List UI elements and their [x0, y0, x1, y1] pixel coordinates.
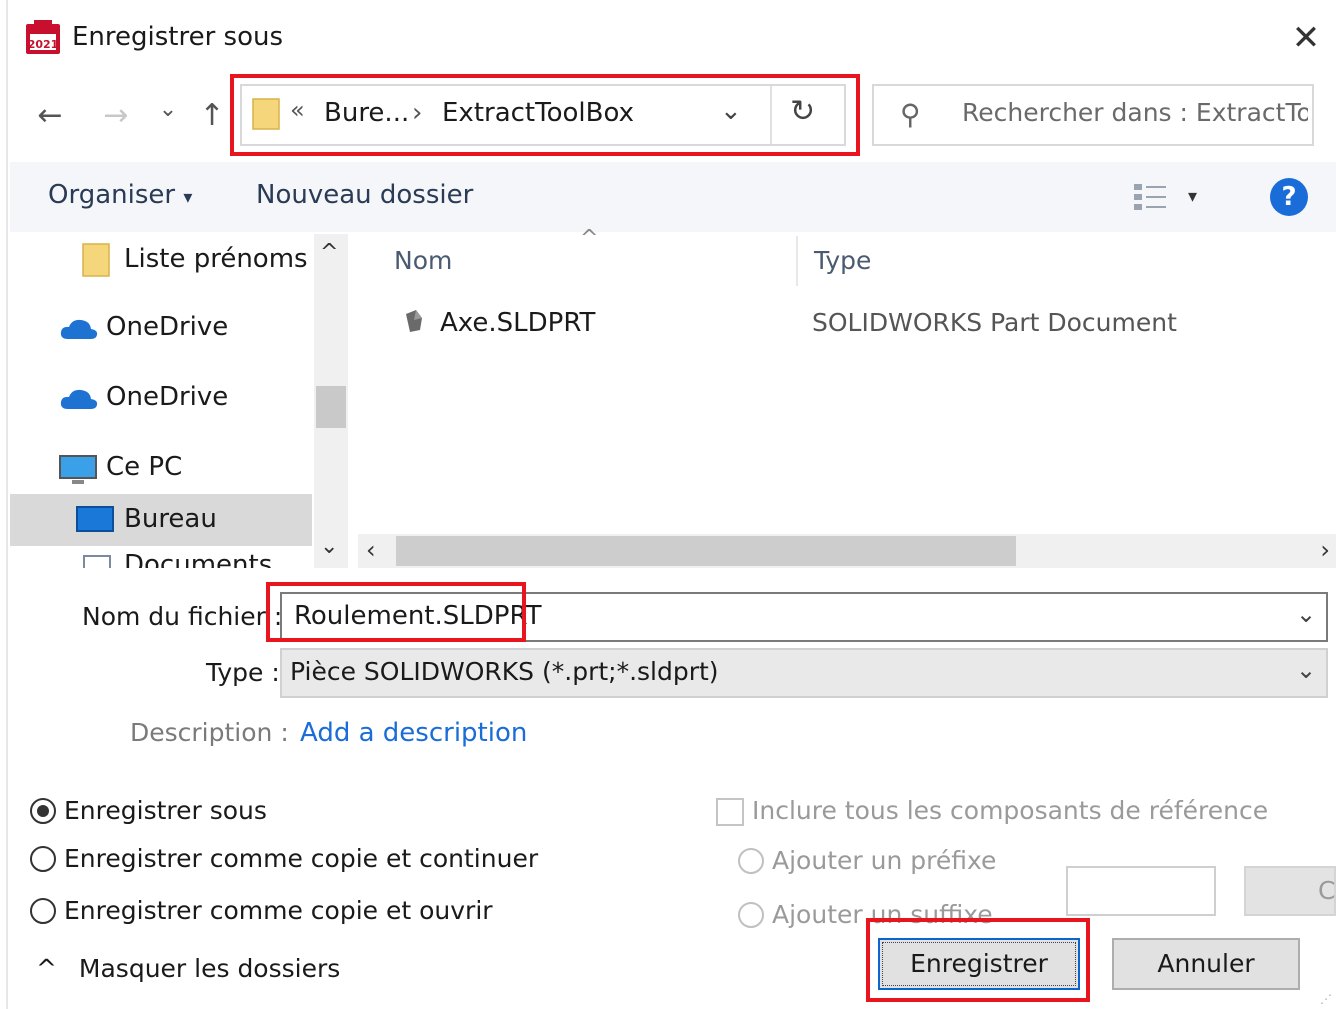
- close-icon[interactable]: ✕: [1286, 18, 1326, 58]
- forward-arrow-icon[interactable]: →: [96, 92, 136, 140]
- view-dropdown-caret-icon[interactable]: ▾: [1188, 186, 1197, 207]
- sort-ascending-icon: ^: [580, 226, 599, 251]
- search-placeholder: Rechercher dans : ExtractToo...: [962, 98, 1308, 127]
- svg-text:2021: 2021: [28, 38, 59, 51]
- scroll-right-icon[interactable]: ›: [1320, 536, 1330, 564]
- folder-icon: [82, 240, 110, 282]
- hide-folders-toggle[interactable]: ^ Masquer les dossiers: [36, 954, 340, 983]
- column-header-type[interactable]: Type: [814, 246, 871, 275]
- window-left-edge: [0, 0, 8, 1009]
- new-folder-button[interactable]: Nouveau dossier: [256, 180, 473, 210]
- nav-item-onedrive[interactable]: OneDrive: [10, 302, 312, 354]
- radio-label[interactable]: Enregistrer sous: [64, 796, 267, 825]
- nav-item-label: OneDrive: [106, 312, 229, 342]
- radio-enregistrer-sous[interactable]: [30, 798, 56, 824]
- nav-item-label: Ce PC: [106, 452, 183, 482]
- radio-suffixe[interactable]: [738, 902, 764, 928]
- resize-grip-icon[interactable]: ⋰: [1320, 992, 1332, 1006]
- radio-copie-continuer[interactable]: [30, 846, 56, 872]
- nav-item-bureau[interactable]: Bureau: [10, 494, 312, 546]
- scroll-down-icon[interactable]: ⌄: [320, 534, 338, 559]
- window-title: Enregistrer sous: [72, 22, 284, 52]
- back-arrow-icon[interactable]: ←: [30, 92, 70, 140]
- type-label: Type :: [206, 658, 280, 687]
- file-list-horizontal-scrollbar[interactable]: ‹ ›: [358, 534, 1336, 568]
- organize-button[interactable]: Organiser ▾: [48, 180, 192, 210]
- scrollbar-thumb[interactable]: [316, 386, 346, 428]
- organize-label: Organiser: [48, 180, 176, 210]
- nav-item-ce-pc[interactable]: Ce PC: [10, 442, 312, 494]
- nav-item-onedrive-2[interactable]: OneDrive: [10, 372, 312, 424]
- options-side-button[interactable]: C: [1244, 866, 1336, 916]
- desktop-icon: [76, 506, 114, 538]
- onedrive-cloud-icon: [60, 388, 98, 414]
- add-description-link[interactable]: Add a description: [300, 718, 527, 748]
- solidworks-app-icon: 2021: [24, 20, 62, 56]
- view-options-icon[interactable]: [1132, 182, 1168, 212]
- type-dropdown-chevron-icon[interactable]: ⌄: [1296, 656, 1316, 684]
- navigation-pane: Liste prénoms OneDrive OneDrive Ce PC Bu…: [10, 234, 312, 568]
- radio-label[interactable]: Enregistrer comme copie et continuer: [64, 844, 538, 873]
- nav-item-liste-prenoms[interactable]: Liste prénoms: [10, 234, 312, 286]
- file-list: [358, 234, 1330, 534]
- address-highlight-annotation: [230, 74, 860, 156]
- save-button-highlight-annotation: [866, 918, 1090, 1002]
- filename-highlight-annotation: [266, 582, 526, 642]
- radio-copie-ouvrir[interactable]: [30, 898, 56, 924]
- nav-item-label: Bureau: [124, 504, 217, 534]
- side-button-label: C: [1318, 876, 1336, 905]
- include-references-checkbox[interactable]: [716, 798, 744, 826]
- scroll-up-icon[interactable]: ^: [320, 240, 338, 265]
- type-value[interactable]: Pièce SOLIDWORKS (*.prt;*.sldprt): [290, 657, 719, 686]
- scrollbar-thumb[interactable]: [396, 536, 1016, 566]
- scroll-left-icon[interactable]: ‹: [366, 536, 376, 564]
- file-row-type: SOLIDWORKS Part Document: [812, 308, 1177, 337]
- nav-item-label: OneDrive: [106, 382, 229, 412]
- documents-icon: [82, 554, 112, 568]
- caret-down-icon: ▾: [183, 187, 193, 208]
- computer-icon: [58, 454, 98, 490]
- column-divider[interactable]: [796, 236, 798, 286]
- nav-item-label: Liste prénoms: [124, 244, 308, 274]
- hide-folders-label: Masquer les dossiers: [78, 954, 341, 983]
- column-header-nom[interactable]: Nom: [394, 246, 452, 275]
- radio-label[interactable]: Enregistrer comme copie et ouvrir: [64, 896, 493, 925]
- include-references-label[interactable]: Inclure tous les composants de référence: [752, 796, 1268, 825]
- chevron-up-icon: ^: [36, 954, 57, 983]
- prefix-label[interactable]: Ajouter un préfixe: [772, 846, 996, 875]
- file-row-name[interactable]: Axe.SLDPRT: [440, 308, 595, 338]
- filename-dropdown-chevron-icon[interactable]: ⌄: [1296, 600, 1316, 628]
- description-label: Description :: [130, 718, 289, 747]
- up-arrow-icon[interactable]: ↑: [192, 92, 232, 140]
- cancel-button[interactable]: Annuler: [1112, 938, 1300, 990]
- prefix-suffix-input[interactable]: [1066, 866, 1216, 916]
- onedrive-cloud-icon: [60, 318, 98, 344]
- recent-locations-chevron-icon[interactable]: ⌄: [148, 86, 188, 134]
- nav-pane-scrollbar[interactable]: ^ ⌄: [314, 234, 348, 568]
- filename-label: Nom du fichier :: [82, 602, 283, 631]
- nav-item-label: Documents: [124, 550, 273, 568]
- radio-prefixe[interactable]: [738, 848, 764, 874]
- solidworks-part-icon: [402, 308, 426, 336]
- search-icon: ⚲: [900, 98, 921, 131]
- help-icon[interactable]: ?: [1270, 178, 1308, 216]
- nav-item-documents[interactable]: Documents: [10, 550, 312, 568]
